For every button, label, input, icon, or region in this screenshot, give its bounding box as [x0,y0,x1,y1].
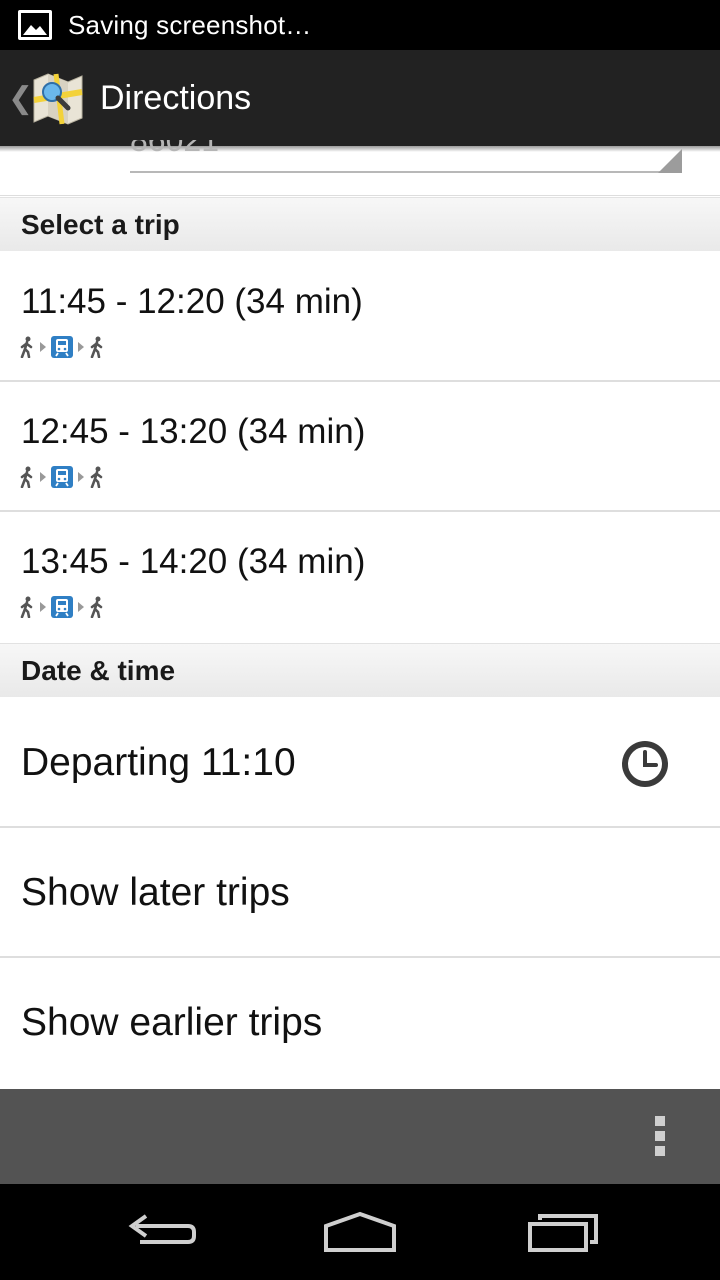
departing-time-row[interactable]: Departing 11:10 [0,698,720,828]
section-header-trips: Select a trip [0,197,720,251]
back-icon[interactable] [120,1204,200,1260]
arrow-right-icon [77,601,85,613]
trip-row[interactable]: 12:45 - 13:20 (34 min) [0,382,720,512]
clock-icon [622,741,668,787]
arrow-right-icon [39,601,47,613]
status-bar: Saving screenshot… [0,0,720,50]
divider [0,195,720,196]
home-icon[interactable] [320,1204,400,1260]
trip-modes [19,465,105,489]
walk-icon [89,596,105,618]
walk-icon [89,336,105,358]
overflow-menu-icon[interactable] [646,1116,674,1158]
back-caret-icon[interactable]: ❮ [8,81,33,116]
arrow-right-icon [77,471,85,483]
show-earlier-trips-label: Show earlier trips [21,1001,323,1044]
transit-icon [51,336,73,358]
transit-icon [51,596,73,618]
maps-icon[interactable] [30,70,86,126]
page-title: Directions [100,78,252,117]
image-icon [18,10,52,40]
trip-time: 11:45 - 12:20 (34 min) [21,282,363,321]
walk-icon [19,466,35,488]
show-later-trips-label: Show later trips [21,871,290,914]
section-header-date-time: Date & time [0,643,720,697]
spinner-value: 86021 [130,140,219,158]
trip-row[interactable]: 13:45 - 14:20 (34 min) [0,512,720,642]
action-bar: ❮ Directions [0,50,720,146]
show-later-trips-row[interactable]: Show later trips [0,828,720,958]
walk-icon [19,336,35,358]
trip-row[interactable]: 11:45 - 12:20 (34 min) [0,252,720,382]
spinner-underline [130,171,682,173]
walk-icon [19,596,35,618]
arrow-right-icon [39,341,47,353]
stop-spinner[interactable]: 86021 [130,140,682,173]
recent-apps-icon[interactable] [524,1204,604,1260]
spinner-dropdown-icon [658,149,682,173]
departing-label: Departing 11:10 [21,741,296,784]
arrow-right-icon [39,471,47,483]
navigation-bar [0,1184,720,1280]
trip-modes [19,335,105,359]
bottom-action-bar [0,1089,720,1184]
trip-time: 12:45 - 13:20 (34 min) [21,412,366,451]
trip-modes [19,595,105,619]
show-earlier-trips-row[interactable]: Show earlier trips [0,958,720,1088]
arrow-right-icon [77,341,85,353]
trip-time: 13:45 - 14:20 (34 min) [21,542,366,581]
status-notification-text: Saving screenshot… [68,9,312,40]
section-title: Date & time [21,655,176,686]
walk-icon [89,466,105,488]
section-title: Select a trip [21,209,180,240]
transit-icon [51,466,73,488]
